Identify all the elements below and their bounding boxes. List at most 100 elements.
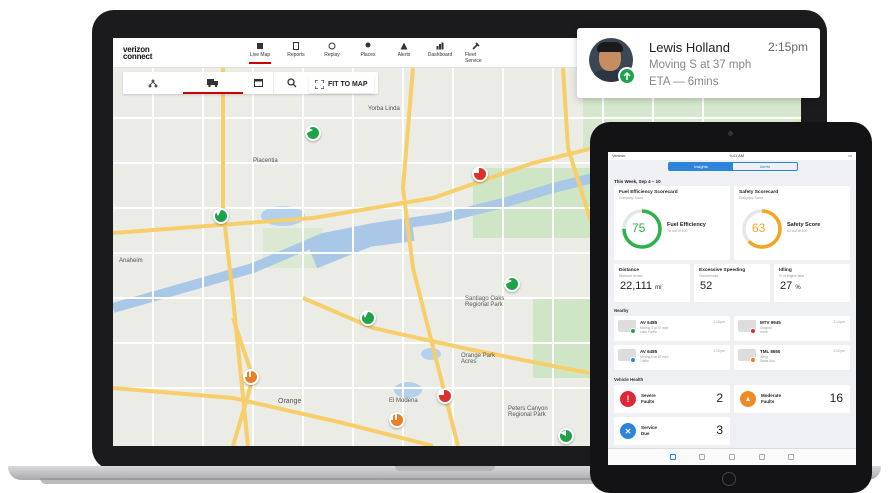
vehicle-time: 2:15 pm <box>713 320 725 324</box>
vehicle-marker-moving[interactable] <box>360 310 376 326</box>
map-label-placentia: Placentia <box>253 158 278 164</box>
driver-notification[interactable]: Lewis Holland Moving S at 37 mph ETA — 6… <box>577 28 820 98</box>
health-count: 3 <box>716 423 723 437</box>
alert-icon: ! <box>620 391 636 407</box>
tab-list[interactable] <box>243 72 273 94</box>
nav-label: Dashboard <box>427 52 453 58</box>
truck-icon <box>207 78 218 87</box>
vehicle-name: TML 8650 <box>760 349 781 354</box>
list-item[interactable]: MTV 9945 Stopped Irvine 2:14 pm <box>734 316 850 341</box>
vehicle-marker-moving[interactable] <box>213 208 229 224</box>
safety-score-label: Safety Score <box>787 222 821 228</box>
card-subtitle: Company Score <box>739 196 764 200</box>
tablet-screen: Verizon 9:41 AM ▭ Insights Alerts This W… <box>608 152 856 465</box>
alerts-tab-icon[interactable] <box>758 454 765 460</box>
list-item[interactable]: AV 6485 Moving S at 37 mph Lake Forest 2:… <box>614 316 730 341</box>
tab-vehicles[interactable] <box>183 72 243 94</box>
vehicle-marker-idle[interactable] <box>243 369 259 385</box>
nav-alerts[interactable]: Alerts <box>393 42 415 64</box>
vehicles-tab-icon[interactable] <box>728 454 735 460</box>
speeding-card[interactable]: Excessive Speeding Occurrences 52 <box>694 264 770 302</box>
home-button[interactable] <box>722 472 736 486</box>
service-due-card[interactable]: ✕ Service Due 3 <box>614 417 730 445</box>
vehicle-marker-moving[interactable] <box>504 276 520 292</box>
fit-to-map-label: FIT TO MAP <box>328 81 368 88</box>
laptop-notch <box>395 466 495 471</box>
insights-tab-icon[interactable] <box>669 454 676 460</box>
card-title: Fuel Efficiency Scorecard <box>619 190 678 195</box>
truck-icon <box>618 349 636 363</box>
map-label-peters-canyon: Peters Canyon Regional Park <box>508 406 548 418</box>
health-label: Service Due <box>641 425 658 436</box>
vehicle-marker-moving[interactable] <box>558 428 574 444</box>
nav-dashboard[interactable]: Dashboard <box>427 42 453 64</box>
fuel-score-value: 75 <box>632 221 646 235</box>
vehicle-marker-idle[interactable] <box>389 412 405 428</box>
distance-card[interactable]: Distance Distance driven 22,111 mi <box>614 264 690 302</box>
dashboard-icon <box>436 42 444 50</box>
safety-score-value: 63 <box>752 221 766 235</box>
map-tab-icon[interactable] <box>699 454 706 460</box>
map-label-el-modena: El Modena <box>389 398 418 404</box>
severe-faults-card[interactable]: ! Severe Faults 2 <box>614 385 730 413</box>
safety-scorecard[interactable]: Safety Scorecard Company Score 63 Safety… <box>734 186 850 260</box>
list-item[interactable]: TML 8650 Idling Santa Ana 2:12 pm <box>734 345 850 370</box>
fuel-scorecard[interactable]: Fuel Efficiency Scorecard Company Score … <box>614 186 730 260</box>
reports-icon <box>293 42 299 50</box>
card-title: Idling <box>779 268 792 273</box>
nav-label: Fleet Service <box>465 52 482 64</box>
main-nav: Live Map Reports Replay Places Alerts Da… <box>249 42 487 64</box>
map-label-santiago-oaks: Santiago Oaks Regional Park <box>465 296 505 308</box>
hierarchy-icon <box>148 79 158 87</box>
card-subtitle: Distance driven <box>619 274 643 278</box>
card-subtitle: Company Score <box>619 196 644 200</box>
nav-fleet-service[interactable]: Fleet Service <box>465 42 487 64</box>
replay-icon <box>328 42 336 50</box>
idling-value: 27 % <box>780 280 801 292</box>
health-count: 2 <box>716 391 723 405</box>
nav-label: Places <box>360 52 376 58</box>
battery-icon: ▭ <box>848 153 852 158</box>
vehicle-marker-stopped[interactable] <box>437 388 453 404</box>
vehicle-name: AV 6485 <box>640 320 658 325</box>
warning-icon: ▲ <box>740 391 756 407</box>
fit-to-map-button[interactable]: FIT TO MAP <box>309 76 374 93</box>
vehicle-status: Moving S at 37 mph Lake Forest <box>640 326 669 334</box>
health-label: Moderate Faults <box>761 393 782 404</box>
clock: 9:41 AM <box>729 153 745 158</box>
nav-places[interactable]: Places <box>357 42 379 64</box>
vehicle-name: MTV 9945 <box>760 320 781 325</box>
tab-alerts[interactable]: Alerts <box>733 163 797 170</box>
nav-replay[interactable]: Replay <box>321 42 343 64</box>
moderate-faults-card[interactable]: ▲ Moderate Faults 16 <box>734 385 850 413</box>
insights-alerts-toggle: Insights Alerts <box>668 162 798 171</box>
vehicle-name: AV 6485 <box>640 349 658 354</box>
card-title: Distance <box>619 268 639 273</box>
idling-card[interactable]: Idling % of engine time 27 % <box>774 264 850 302</box>
map-label-anaheim: Anaheim <box>119 258 143 264</box>
card-title: Excessive Speeding <box>699 268 746 273</box>
nearby-heading: Nearby <box>614 308 629 313</box>
search-button[interactable] <box>273 72 309 94</box>
fuel-score-sub: 75 out of 100 <box>667 229 688 233</box>
vehicle-status: Idling Santa Ana <box>760 355 775 363</box>
list-item[interactable]: AV 6485 Moving N at 52 mph Tustin 2:15 pm <box>614 345 730 370</box>
tab-hierarchy[interactable] <box>123 72 183 94</box>
vehicle-time: 2:15 pm <box>713 349 725 353</box>
more-tab-icon[interactable] <box>788 454 795 460</box>
verizon-connect-logo: verizon connect <box>123 45 153 61</box>
wrench-icon: ✕ <box>620 423 636 439</box>
nav-live-map[interactable]: Live Map <box>249 42 271 64</box>
vehicle-marker-stopped[interactable] <box>472 166 488 182</box>
driver-name: Lewis Holland <box>649 40 730 55</box>
tab-insights[interactable]: Insights <box>669 163 733 170</box>
nav-label: Replay <box>324 52 340 58</box>
truck-icon <box>738 349 756 363</box>
notification-time: 2:15pm <box>767 40 808 54</box>
health-label: Severe Faults <box>641 393 656 404</box>
safety-score-sub: 63 out of 100 <box>787 229 808 233</box>
nav-reports[interactable]: Reports <box>285 42 307 64</box>
driver-status: Moving S at 37 mph <box>649 59 752 71</box>
vehicle-marker-moving[interactable] <box>305 125 321 141</box>
distance-value: 22,111 mi <box>620 280 662 292</box>
